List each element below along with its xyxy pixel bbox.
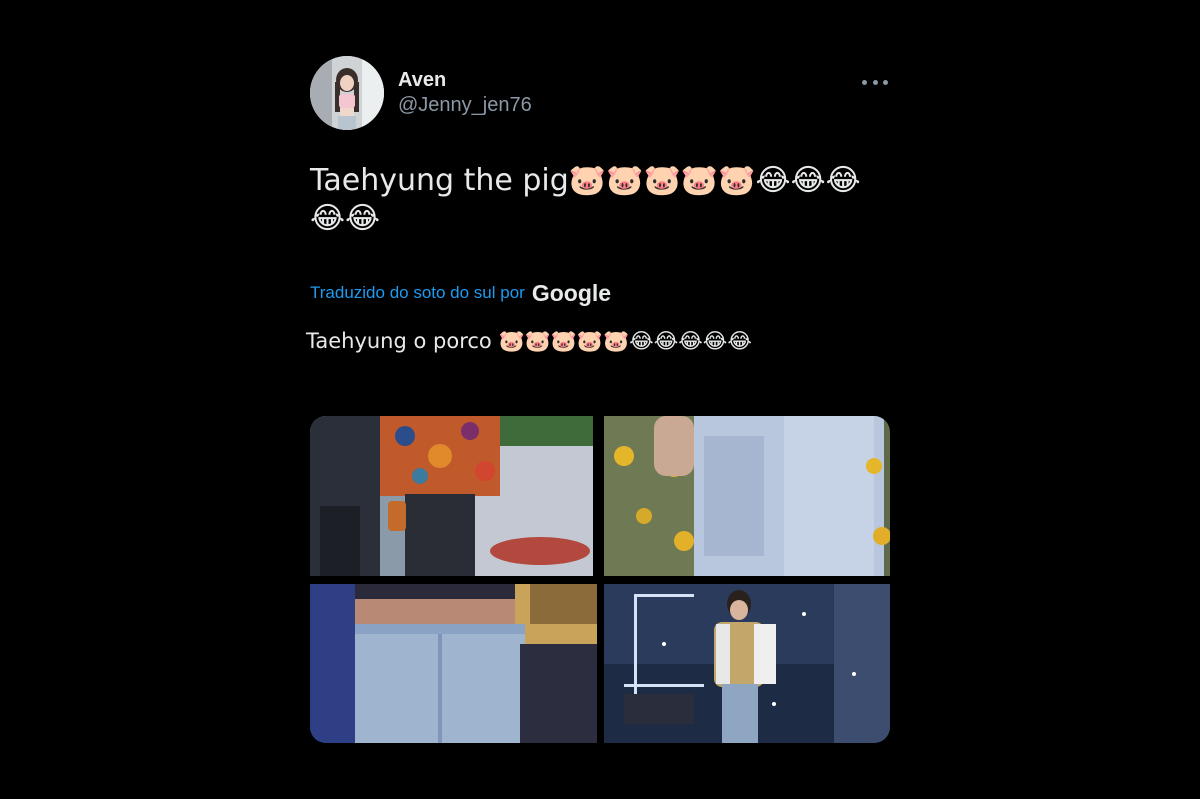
floral-shirt-photo-icon	[310, 416, 593, 576]
tweet-text: Taehyung the pig🐷🐷🐷🐷🐷😂😂😂😂😂	[310, 163, 861, 236]
media-photo-3[interactable]	[310, 584, 597, 743]
media-photo-4[interactable]	[604, 584, 890, 743]
translation-attribution: Traduzido do soto do sul por Google	[310, 278, 611, 308]
avatar[interactable]	[310, 56, 384, 130]
display-name[interactable]: Aven	[398, 68, 532, 92]
user-names: Aven @Jenny_jen76	[398, 68, 532, 118]
google-logo: Google	[531, 279, 612, 306]
jeans-waist-photo-icon	[310, 584, 597, 743]
media-photo-1[interactable]	[310, 416, 593, 576]
blue-shirt-flowers-photo-icon	[604, 416, 890, 576]
avatar-image	[310, 56, 384, 130]
media-grid	[310, 416, 890, 743]
tweet-header: Aven @Jenny_jen76	[308, 54, 890, 134]
media-photo-2[interactable]	[604, 416, 890, 576]
tweet: Aven @Jenny_jen76 Taehyung the pig🐷🐷🐷🐷🐷😂…	[306, 54, 890, 754]
more-icon[interactable]	[862, 72, 888, 92]
user-handle[interactable]: @Jenny_jen76	[398, 92, 532, 118]
stage-performance-photo-icon	[604, 584, 890, 743]
dot	[883, 79, 888, 85]
dot	[872, 79, 878, 85]
translated-text: Taehyung o porco 🐷🐷🐷🐷🐷😂😂😂😂😂	[306, 329, 752, 353]
translated-by-link[interactable]: Traduzido do soto do sul por	[310, 283, 525, 303]
dot	[862, 79, 867, 85]
